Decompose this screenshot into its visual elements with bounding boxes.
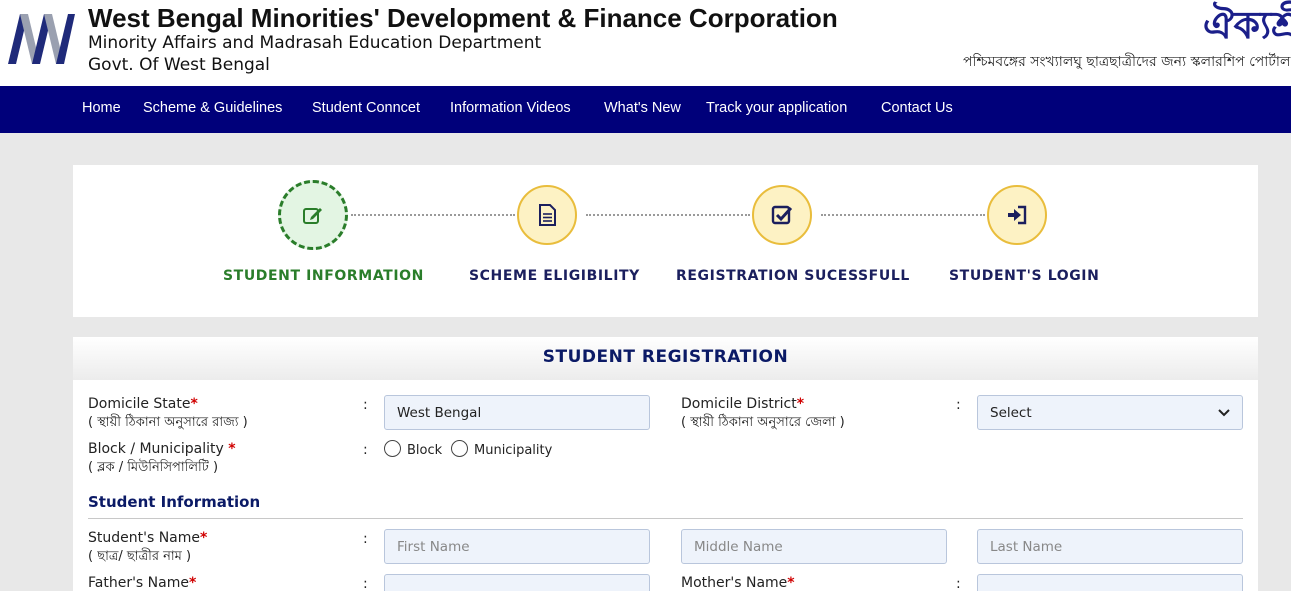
required-mark: *	[787, 575, 795, 591]
first-name-input[interactable]	[384, 529, 650, 564]
nav-track-application[interactable]: Track your application	[706, 100, 847, 116]
nav-home[interactable]: Home	[82, 100, 121, 116]
father-name-input[interactable]	[384, 574, 650, 591]
site-header: West Bengal Minorities' Development & Fi…	[0, 0, 1291, 86]
student-name-label: Student's Name*	[88, 530, 208, 546]
domicile-district-label: Domicile District*	[681, 396, 805, 412]
step-students-login	[987, 185, 1047, 245]
step-label: STUDENT'S LOGIN	[949, 268, 1100, 284]
block-municipality-sub: ( ব্লক / মিউনিসিপালিটি )	[88, 460, 219, 475]
last-name-input[interactable]	[977, 529, 1243, 564]
required-mark: *	[190, 396, 198, 412]
registration-stepper	[73, 165, 1258, 317]
step-connector	[821, 214, 985, 216]
nav-student-connect[interactable]: Student Conncet	[312, 100, 420, 116]
father-name-label: Father's Name*	[88, 575, 197, 591]
colon: :	[363, 442, 368, 458]
nav-contact-us[interactable]: Contact Us	[881, 100, 953, 116]
mother-name-input[interactable]	[977, 574, 1243, 591]
org-name: West Bengal Minorities' Development & Fi…	[88, 3, 838, 33]
chevron-down-icon	[1218, 408, 1230, 416]
section-divider	[88, 518, 1243, 519]
colon: :	[956, 576, 961, 591]
step-label: STUDENT INFORMATION	[223, 268, 424, 284]
domicile-district-sub: ( স্থায়ী ঠিকানা অনুসারে জেলা )	[681, 415, 845, 430]
colon: :	[363, 531, 368, 547]
sign-in-icon	[1008, 205, 1027, 225]
required-mark: *	[200, 530, 208, 546]
step-connector	[351, 214, 515, 216]
block-radio[interactable]	[384, 440, 401, 457]
student-name-sub: ( ছাত্র/ ছাত্রীর নাম )	[88, 549, 192, 564]
student-information-section-title: Student Information	[88, 493, 261, 511]
colon: :	[363, 397, 368, 413]
domicile-state-sub: ( স্থায়ী ঠিকানা অনুসারে রাজ্য )	[88, 415, 248, 430]
main-nav: Home Scheme & Guidelines Student Conncet…	[0, 86, 1291, 133]
block-municipality-label: Block / Municipality *	[88, 441, 236, 457]
step-registration-successful	[752, 185, 812, 245]
domicile-state-label: Domicile State*	[88, 396, 198, 412]
domicile-district-select[interactable]: Select	[977, 395, 1243, 430]
colon: :	[363, 576, 368, 591]
step-scheme-eligibility	[517, 185, 577, 245]
nav-scheme-guidelines[interactable]: Scheme & Guidelines	[143, 100, 282, 116]
step-label: SCHEME ELIGIBILITY	[469, 268, 640, 284]
mother-name-label: Mother's Name*	[681, 575, 795, 591]
block-radio-label: Block	[407, 443, 443, 458]
step-student-information	[278, 180, 348, 250]
edit-icon	[303, 208, 322, 224]
domicile-state-input[interactable]	[384, 395, 650, 430]
brand-tagline: পশ্চিমবঙ্গের সংখ্যালঘু ছাত্রছাত্রীদের জন…	[963, 54, 1291, 70]
municipality-radio-label: Municipality	[474, 443, 553, 458]
required-mark: *	[796, 396, 805, 412]
checkbox-icon	[771, 205, 793, 225]
wbmdfc-logo-icon[interactable]	[6, 10, 76, 66]
step-label: REGISTRATION SUCESSFULL	[676, 268, 910, 284]
nav-whats-new[interactable]: What's New	[604, 100, 681, 116]
form-title: STUDENT REGISTRATION	[542, 347, 789, 367]
step-connector	[586, 214, 750, 216]
middle-name-input[interactable]	[681, 529, 947, 564]
required-mark: *	[188, 575, 197, 591]
required-mark: *	[228, 441, 236, 457]
domicile-district-selected: Select	[990, 404, 1032, 421]
municipality-radio[interactable]	[451, 440, 468, 457]
govt-name: Govt. Of West Bengal	[88, 55, 270, 75]
colon: :	[956, 397, 961, 413]
dept-name: Minority Affairs and Madrasah Education …	[88, 33, 542, 53]
nav-information-videos[interactable]: Information Videos	[450, 100, 571, 116]
document-icon	[539, 204, 556, 226]
